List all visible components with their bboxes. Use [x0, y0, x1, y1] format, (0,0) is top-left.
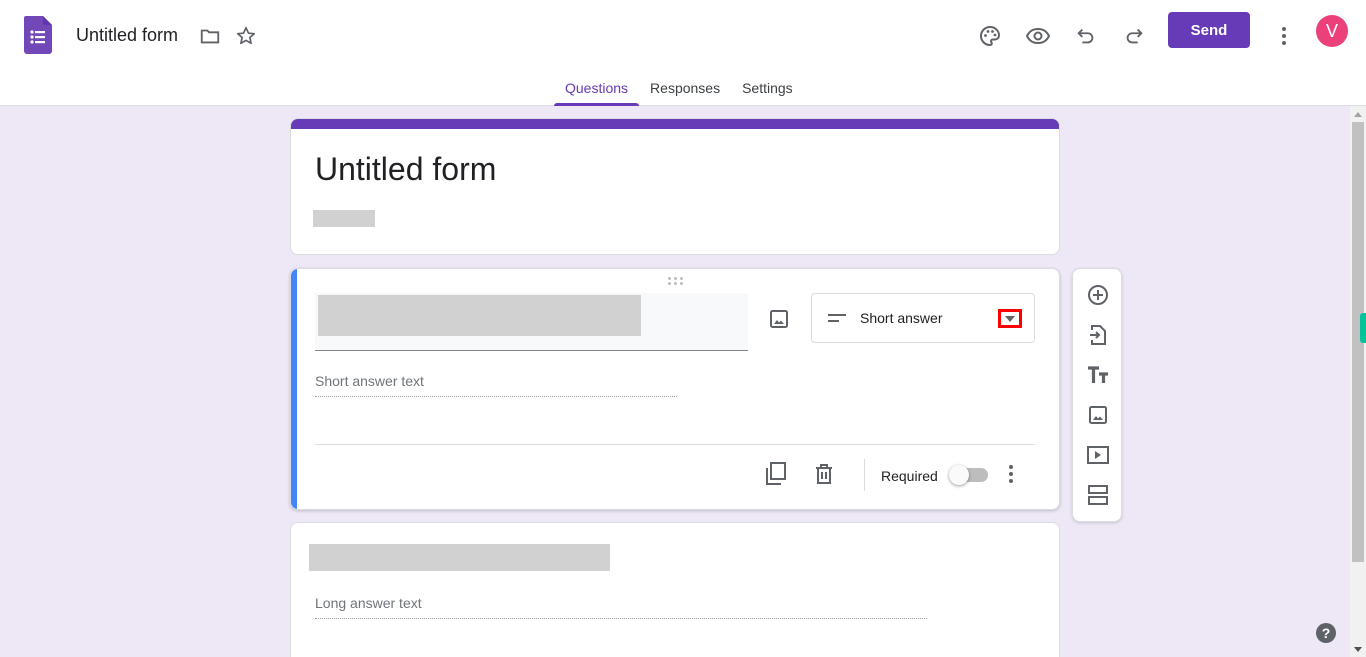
side-panel-handle[interactable] — [1360, 313, 1366, 343]
question-more-vert-icon[interactable] — [999, 462, 1023, 486]
app-header: Untitled form Send V Questions Responses… — [0, 0, 1366, 106]
star-icon[interactable] — [232, 22, 260, 50]
preview-eye-icon[interactable] — [1024, 22, 1052, 50]
question-title-input[interactable] — [315, 293, 748, 351]
undo-icon[interactable] — [1072, 22, 1100, 50]
dropdown-caret-highlight[interactable] — [998, 309, 1022, 328]
question-type-dropdown[interactable]: Short answer — [811, 293, 1035, 343]
short-answer-hint: Short answer text — [315, 373, 677, 397]
add-image-icon[interactable] — [1085, 402, 1111, 428]
vertical-scrollbar[interactable] — [1350, 106, 1366, 657]
theme-color-bar — [291, 119, 1059, 129]
caret-down-icon — [1001, 312, 1019, 325]
toggle-knob — [949, 465, 969, 485]
more-vert-icon[interactable] — [1270, 22, 1298, 50]
required-label: Required — [881, 468, 938, 484]
question-type-label: Short answer — [860, 310, 943, 326]
form-title[interactable]: Untitled form — [315, 151, 496, 188]
vertical-separator — [864, 459, 865, 491]
import-questions-icon[interactable] — [1085, 322, 1111, 348]
add-video-icon[interactable] — [1085, 442, 1111, 468]
short-answer-icon — [828, 314, 846, 322]
question-card[interactable]: Long answer text — [290, 522, 1060, 657]
add-question-icon[interactable] — [1085, 282, 1111, 308]
required-toggle[interactable] — [949, 465, 988, 485]
delete-icon[interactable] — [812, 462, 836, 486]
add-section-icon[interactable] — [1085, 482, 1111, 508]
floating-toolbar — [1072, 268, 1122, 522]
drag-handle-icon[interactable] — [668, 277, 684, 287]
avatar[interactable]: V — [1316, 15, 1348, 47]
question-card-active[interactable]: Short answer Short answer text Required — [290, 268, 1060, 510]
long-answer-hint: Long answer text — [315, 595, 927, 619]
active-indicator — [291, 269, 297, 509]
form-description-redacted[interactable] — [313, 210, 375, 227]
forms-logo-icon[interactable] — [24, 16, 52, 54]
send-button[interactable]: Send — [1168, 12, 1250, 48]
document-title[interactable]: Untitled form — [76, 25, 178, 46]
tab-questions[interactable]: Questions — [554, 68, 640, 106]
scroll-down-arrow-icon[interactable] — [1350, 641, 1366, 657]
add-title-icon[interactable] — [1085, 362, 1111, 388]
duplicate-icon[interactable] — [764, 462, 788, 486]
tab-settings[interactable]: Settings — [731, 68, 804, 106]
question-title-redacted — [318, 295, 641, 336]
palette-icon[interactable] — [976, 22, 1004, 50]
tab-responses[interactable]: Responses — [639, 68, 731, 106]
help-icon[interactable]: ? — [1316, 623, 1336, 643]
scroll-up-arrow-icon[interactable] — [1350, 106, 1366, 122]
add-image-icon[interactable] — [765, 305, 793, 333]
tab-bar: Questions Responses Settings — [554, 68, 804, 106]
divider — [315, 444, 1035, 445]
question-title-redacted — [309, 544, 610, 571]
redo-icon[interactable] — [1120, 22, 1148, 50]
folder-icon[interactable] — [196, 22, 224, 50]
form-title-card[interactable]: Untitled form — [290, 118, 1060, 255]
